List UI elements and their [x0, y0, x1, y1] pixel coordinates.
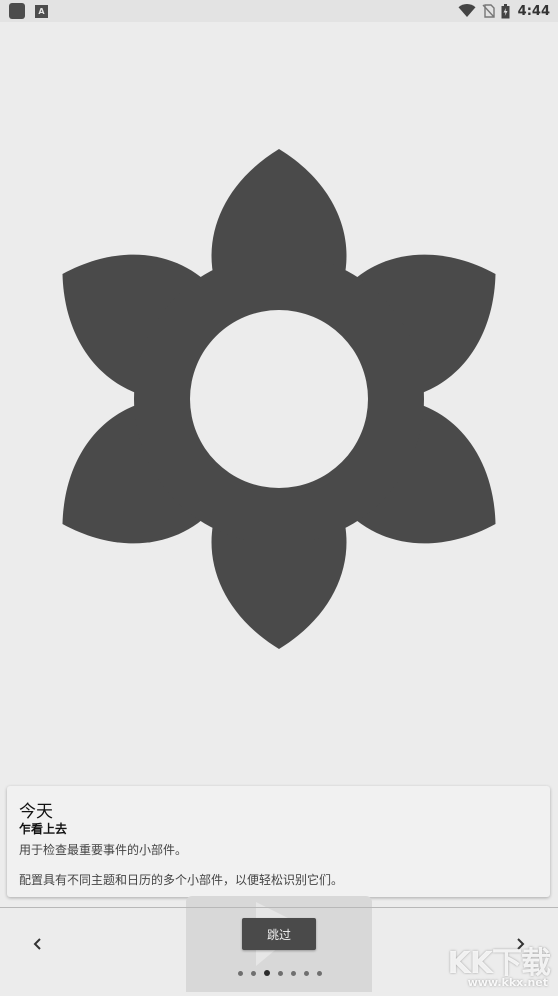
- wifi-icon: [458, 4, 476, 17]
- flower-illustration: [28, 142, 530, 657]
- card-title: 今天: [19, 802, 53, 822]
- card-subtitle: 乍看上去: [19, 822, 68, 836]
- status-time: 4:44: [517, 3, 550, 19]
- card-description-2: 配置具有不同主题和日历的多个小部件，以便轻松识别它们。: [19, 873, 344, 887]
- page-dot-7: [317, 970, 322, 976]
- page-dot-1: [238, 970, 243, 976]
- page-dot-4: [278, 970, 283, 976]
- next-button[interactable]: [506, 930, 534, 958]
- chevron-left-icon: [33, 938, 41, 950]
- status-left: A: [9, 3, 48, 19]
- flower-center: [190, 310, 368, 488]
- skip-button[interactable]: 跳过: [242, 918, 316, 950]
- feature-card: 今天 乍看上去 用于检查最重要事件的小部件。 配置具有不同主题和日历的多个小部件…: [7, 786, 550, 897]
- page-indicator: [238, 970, 322, 976]
- status-right: 4:44: [458, 2, 550, 20]
- no-sim-icon: [482, 4, 495, 18]
- page-dot-2: [251, 970, 256, 976]
- battery-icon: [501, 3, 510, 18]
- page-dot-5: [291, 970, 296, 976]
- page-dot-3: [264, 970, 270, 976]
- status-bar: A 4:44: [0, 0, 558, 22]
- card-description-1: 用于检查最重要事件的小部件。: [19, 843, 188, 857]
- app-icon: [9, 3, 25, 19]
- chevron-right-icon: [517, 938, 525, 950]
- bottom-divider: [0, 907, 558, 908]
- a-icon: A: [35, 4, 48, 18]
- flower-icon: [28, 149, 530, 649]
- previous-button[interactable]: [24, 930, 52, 958]
- page-dot-6: [304, 970, 309, 976]
